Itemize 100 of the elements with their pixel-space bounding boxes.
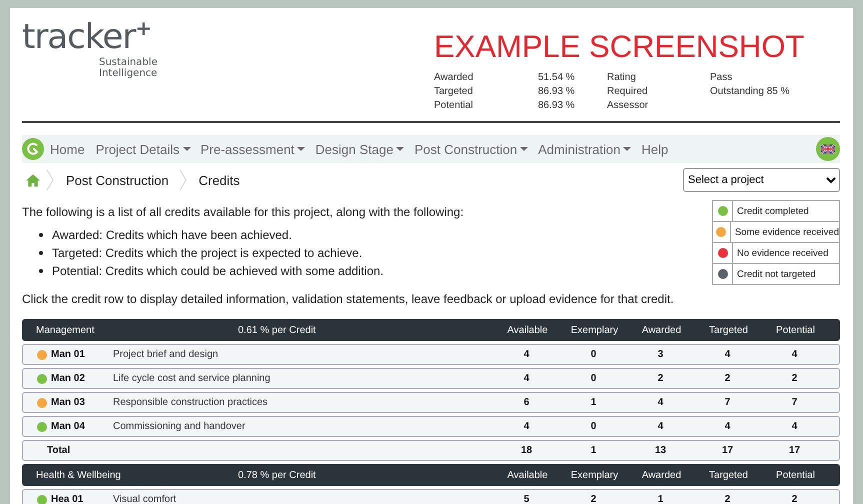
- table-cell-text: 3: [656, 349, 664, 360]
- table-cell-text: 4: [724, 349, 732, 360]
- summary-value: Outstanding 85 %: [710, 85, 790, 99]
- section-rate: 0.78 % per Credit: [238, 470, 317, 480]
- credit-title: Commissioning and handover: [113, 421, 246, 432]
- table-cell-text: 17: [720, 445, 734, 456]
- chevron-icon: [178, 169, 187, 191]
- table-cell-text: 4: [522, 373, 530, 384]
- flag-icon[interactable]: [816, 137, 840, 161]
- bullet-icon: [39, 233, 43, 237]
- nav-menu-item[interactable]: Home: [50, 142, 85, 156]
- summary-value: 51.54 %: [538, 71, 576, 85]
- logo-tagline: Sustainable Intelligence: [99, 57, 158, 79]
- summary-value: 86.93 %: [538, 99, 576, 113]
- intro-text: The following is a list of all credits available for this project, along with the following:: [22, 204, 464, 220]
- summary-label: Rating: [607, 71, 637, 85]
- column-header: Potential: [775, 470, 816, 480]
- summary-value: 86.93 %: [538, 85, 576, 99]
- credit-code: Man 01: [51, 349, 85, 360]
- column-header: Available: [506, 470, 549, 480]
- table-cell-text: 1: [656, 494, 664, 504]
- credit-code: Man 03: [51, 397, 85, 408]
- table-cell-text: 1: [590, 445, 598, 456]
- table-cell-text: 2: [790, 494, 798, 504]
- table-cell-text: 18: [520, 445, 534, 456]
- nav-menu-item[interactable]: Design Stage: [315, 142, 394, 156]
- column-header: Targeted: [708, 470, 749, 480]
- credit-code: Hea 01: [51, 494, 84, 504]
- table-cell-text: 2: [790, 373, 798, 384]
- bullet-text: Awarded: Credits which have been achieved.: [52, 228, 292, 242]
- summary-label: Required: [607, 85, 649, 99]
- table-cell-text: 4: [790, 421, 798, 432]
- credit-title: Project brief and design: [113, 349, 220, 360]
- table-cell-text: 4: [522, 421, 530, 432]
- table-cell-text: 17: [788, 445, 802, 456]
- legend-label: No evidence received: [736, 246, 828, 260]
- table-cell-text: 7: [724, 397, 732, 408]
- banner-title: EXAMPLE SCREENSHOT: [434, 30, 806, 64]
- column-header: Targeted: [708, 324, 749, 336]
- credit-title: Responsible construction practices: [113, 397, 269, 408]
- summary-label: Potential: [434, 99, 474, 113]
- home-icon[interactable]: [26, 174, 40, 186]
- legend-label: Some evidence received: [734, 226, 839, 240]
- table-cell-text: 4: [656, 397, 664, 408]
- credit-row[interactable]: Man 04 Commissioning and handover 4 0 4 4 4: [22, 416, 840, 437]
- summary-label: Targeted: [434, 85, 474, 99]
- nav-menu-item[interactable]: Help: [641, 142, 668, 156]
- table-cell-text: 0: [590, 421, 598, 432]
- total-label: Total: [46, 445, 72, 456]
- table-cell-text: 7: [790, 397, 798, 408]
- section-rate: 0.61 % per Credit: [238, 324, 317, 336]
- section-name: Health & Wellbeing: [36, 470, 122, 480]
- summary-label: Assessor: [607, 99, 650, 113]
- credit-row[interactable]: Hea 01 Visual comfort 5 2 1 2 2: [22, 489, 840, 504]
- table-cell-text: 5: [522, 494, 530, 504]
- credit-code: Man 02: [51, 373, 85, 384]
- table-cell-text: 4: [724, 421, 732, 432]
- credit-row[interactable]: Man 03 Responsible construction practices 6 1 4 7 7: [22, 392, 840, 413]
- column-header: Awarded: [640, 470, 682, 480]
- legend-label: Credit completed: [736, 204, 809, 218]
- nav-menu-item[interactable]: Project Details: [96, 142, 180, 156]
- table-cell-text: 2: [724, 494, 732, 504]
- table-cell-text: 0: [590, 349, 598, 360]
- column-header: Exemplary: [570, 324, 620, 336]
- table-cell-text: 13: [654, 445, 668, 456]
- table-cell-text: 6: [522, 397, 530, 408]
- column-header: Awarded: [640, 324, 682, 336]
- credit-row[interactable]: Man 02 Life cycle cost and service planning 4 0 2 2 2: [22, 368, 840, 389]
- bullet-text: Targeted: Credits which the project is expected to achieve.: [52, 246, 362, 260]
- column-header: Exemplary: [570, 470, 620, 480]
- table-cell-text: 0: [590, 373, 598, 384]
- credit-title: Visual comfort: [113, 494, 178, 504]
- project-select[interactable]: Select a project: [683, 168, 840, 192]
- chevron-icon: [46, 169, 54, 191]
- bullet-text: Potential: Credits which could be achieved with some addition.: [52, 264, 384, 278]
- credit-title: Life cycle cost and service planning: [113, 373, 272, 384]
- nav-menu-item[interactable]: Pre-assessment: [200, 142, 294, 156]
- breadcrumb-current: Credits: [198, 172, 240, 188]
- bullet-icon: [39, 269, 43, 273]
- table-cell-text: 4: [790, 349, 798, 360]
- nav-menu-item[interactable]: Post Construction: [414, 142, 518, 156]
- nav-menu-item[interactable]: Administration: [538, 142, 620, 156]
- table-cell-text: 2: [724, 373, 732, 384]
- table-cell-text: 4: [522, 349, 530, 360]
- breadcrumb-link[interactable]: Post Construction: [66, 172, 169, 188]
- section-name: Management: [36, 324, 96, 336]
- bullet-icon: [39, 251, 43, 255]
- column-header: Available: [506, 324, 549, 336]
- table-cell-text: 4: [656, 421, 664, 432]
- table-cell-text: 2: [656, 373, 664, 384]
- summary-label: Awarded: [434, 71, 474, 85]
- credit-row[interactable]: Man 01 Project brief and design 4 0 3 4 4: [22, 344, 840, 365]
- credit-code: Man 04: [51, 421, 85, 432]
- instruction-text: Click the credit row to display detailed information, validation statements, leave feedback or upload evidence for that credit.: [22, 291, 675, 307]
- column-header: Potential: [775, 324, 816, 336]
- table-cell-text: 2: [590, 494, 598, 504]
- summary-value: Pass: [710, 71, 734, 85]
- table-cell-text: 1: [590, 397, 598, 408]
- logo-wordmark: tracker: [22, 18, 136, 56]
- app-logo-icon[interactable]: [22, 138, 44, 160]
